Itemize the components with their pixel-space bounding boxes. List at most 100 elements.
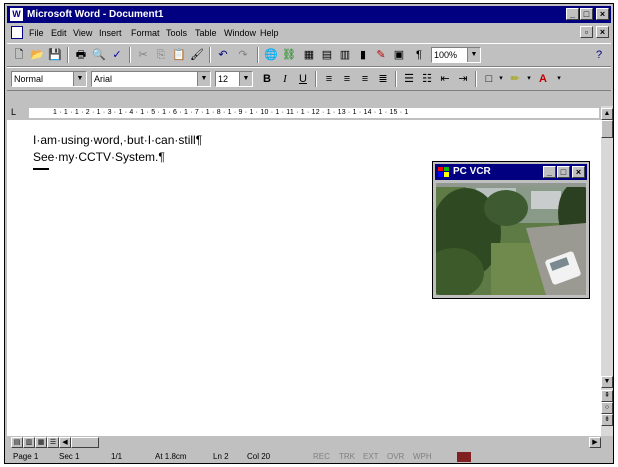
status-ext[interactable]: EXT bbox=[363, 451, 379, 463]
menu-edit[interactable]: Edit bbox=[51, 27, 67, 39]
pcvcr-close-button[interactable]: × bbox=[572, 166, 585, 178]
chevron-down-icon[interactable]: ▼ bbox=[197, 72, 210, 86]
pcvcr-minimize-button[interactable]: _ bbox=[543, 166, 556, 178]
new-document-icon[interactable]: 🗋 bbox=[11, 47, 27, 63]
status-rec[interactable]: REC bbox=[313, 451, 330, 463]
align-right-icon[interactable]: ≡ bbox=[357, 71, 373, 87]
size-select[interactable]: 12 ▼ bbox=[215, 71, 253, 87]
style-select[interactable]: Normal ▼ bbox=[11, 71, 87, 87]
chevron-down-icon[interactable]: ▼ bbox=[239, 72, 252, 86]
scroll-right-icon[interactable]: ▶ bbox=[589, 437, 601, 448]
end-of-document-marker bbox=[33, 168, 49, 170]
menu-file[interactable]: File bbox=[29, 27, 44, 39]
pcvcr-app-icon bbox=[438, 167, 449, 177]
menu-format[interactable]: Format bbox=[131, 27, 160, 39]
increase-indent-icon[interactable]: ⇥ bbox=[455, 71, 471, 87]
window-title: Microsoft Word - Document1 bbox=[27, 9, 164, 20]
save-icon[interactable]: 💾 bbox=[47, 47, 63, 63]
close-button[interactable]: × bbox=[596, 8, 609, 20]
chevron-down-icon[interactable]: ▾ bbox=[551, 71, 567, 87]
redo-icon[interactable]: ↷ bbox=[235, 47, 251, 63]
word-app-icon[interactable]: W bbox=[10, 8, 23, 21]
print-preview-icon[interactable]: 🔍 bbox=[91, 47, 107, 63]
menu-bar: File Edit View Insert Format Tools Table… bbox=[7, 25, 611, 41]
bullets-icon[interactable]: ☷ bbox=[419, 71, 435, 87]
minimize-button[interactable]: _ bbox=[566, 8, 579, 20]
menu-table[interactable]: Table bbox=[195, 27, 217, 39]
zoom-value: 100% bbox=[434, 50, 458, 60]
pcvcr-maximize-button[interactable]: □ bbox=[557, 166, 570, 178]
page-layout-icon[interactable]: ▦ bbox=[35, 437, 47, 448]
tables-borders-icon[interactable]: ▦ bbox=[301, 47, 317, 63]
justify-icon[interactable]: ≣ bbox=[375, 71, 391, 87]
web-layout-icon[interactable]: ▥ bbox=[23, 437, 35, 448]
document-line-1[interactable]: I·am·using·word,·but·I·can·still¶ bbox=[33, 133, 202, 147]
horizontal-ruler[interactable]: L 1 · 1 · 1 · 2 · 1 · 3 · 1 · 4 · 1 · 5 … bbox=[7, 106, 611, 120]
align-center-icon[interactable]: ≡ bbox=[339, 71, 355, 87]
doc-restore-button[interactable]: ▫ bbox=[580, 26, 593, 38]
insert-hyperlink-icon[interactable]: ⛓ bbox=[281, 47, 297, 63]
horizontal-scrollbar[interactable]: ▤ ▥ ▦ ☰ ◀ ▶ bbox=[7, 436, 611, 449]
maximize-button[interactable]: □ bbox=[580, 8, 593, 20]
menu-view[interactable]: View bbox=[73, 27, 92, 39]
next-page-icon[interactable]: ⇟ bbox=[601, 414, 613, 426]
title-bar[interactable]: W Microsoft Word - Document1 _ □ × bbox=[7, 6, 611, 23]
underline-button[interactable]: U bbox=[295, 71, 311, 87]
menu-help[interactable]: Help bbox=[260, 27, 279, 39]
help-icon[interactable]: ? bbox=[591, 47, 607, 63]
spelling-status-icon[interactable] bbox=[457, 452, 471, 462]
document-icon[interactable] bbox=[11, 26, 23, 39]
insert-table-icon[interactable]: ▤ bbox=[319, 47, 335, 63]
drawing-icon[interactable]: ✎ bbox=[373, 47, 389, 63]
print-icon[interactable]: 🖶 bbox=[73, 47, 89, 63]
font-select[interactable]: Arial ▼ bbox=[91, 71, 211, 87]
vertical-scrollbar[interactable]: ▲ ▼ ⇞ ○ ⇟ bbox=[601, 106, 613, 436]
doc-close-button[interactable]: × bbox=[596, 26, 609, 38]
italic-button[interactable]: I bbox=[277, 71, 293, 87]
status-wph[interactable]: WPH bbox=[413, 451, 432, 463]
scroll-up-icon[interactable]: ▲ bbox=[601, 108, 613, 120]
outline-view-icon[interactable]: ☰ bbox=[47, 437, 59, 448]
show-hide-icon[interactable]: ¶ bbox=[411, 47, 427, 63]
font-value: Arial bbox=[94, 74, 113, 84]
status-bar: Page 1 Sec 1 1/1 At 1.8cm Ln 2 Col 20 RE… bbox=[7, 451, 611, 463]
undo-icon[interactable]: ↶ bbox=[215, 47, 231, 63]
zoom-select[interactable]: 100% ▼ bbox=[431, 47, 481, 63]
menu-insert[interactable]: Insert bbox=[99, 27, 122, 39]
menu-window[interactable]: Window bbox=[224, 27, 256, 39]
paste-icon[interactable]: 📋 bbox=[171, 47, 187, 63]
pcvcr-window[interactable]: PC VCR _ □ × bbox=[432, 161, 590, 299]
bold-button[interactable]: B bbox=[259, 71, 275, 87]
spelling-icon[interactable]: ✓ bbox=[109, 47, 125, 63]
previous-page-icon[interactable]: ⇞ bbox=[601, 390, 613, 402]
scroll-thumb[interactable] bbox=[601, 120, 613, 138]
hscroll-thumb[interactable] bbox=[71, 437, 99, 448]
insert-excel-icon[interactable]: ▥ bbox=[337, 47, 353, 63]
status-trk[interactable]: TRK bbox=[339, 451, 355, 463]
align-left-icon[interactable]: ≡ bbox=[321, 71, 337, 87]
pcvcr-title-bar[interactable]: PC VCR _ □ × bbox=[435, 164, 587, 180]
chevron-down-icon[interactable]: ▼ bbox=[467, 48, 480, 62]
ruler-strip[interactable]: 1 · 1 · 1 · 2 · 1 · 3 · 1 · 4 · 1 · 5 · … bbox=[29, 108, 599, 118]
chevron-down-icon[interactable]: ▼ bbox=[73, 72, 86, 86]
select-browse-object-icon[interactable]: ○ bbox=[601, 402, 613, 414]
decrease-indent-icon[interactable]: ⇤ bbox=[437, 71, 453, 87]
menu-tools[interactable]: Tools bbox=[166, 27, 187, 39]
numbering-icon[interactable]: ☰ bbox=[401, 71, 417, 87]
columns-icon[interactable]: ▮ bbox=[355, 47, 371, 63]
toolbar-separator bbox=[257, 47, 259, 63]
scroll-left-icon[interactable]: ◀ bbox=[59, 437, 71, 448]
tab-selector-icon[interactable]: L bbox=[11, 107, 21, 118]
scroll-down-icon[interactable]: ▼ bbox=[601, 376, 613, 388]
status-ovr[interactable]: OVR bbox=[387, 451, 404, 463]
document-map-icon[interactable]: ▣ bbox=[391, 47, 407, 63]
format-painter-icon[interactable]: 🖌 bbox=[189, 47, 205, 63]
cut-icon[interactable]: ✂ bbox=[135, 47, 151, 63]
copy-icon[interactable]: ⎘ bbox=[153, 47, 169, 63]
document-line-2[interactable]: See·my·CCTV·System.¶ bbox=[33, 150, 165, 164]
font-color-icon[interactable]: A bbox=[535, 71, 551, 87]
cctv-video-feed[interactable] bbox=[436, 183, 586, 295]
web-toolbar-icon[interactable]: 🌐 bbox=[263, 47, 279, 63]
normal-view-icon[interactable]: ▤ bbox=[11, 437, 23, 448]
open-folder-icon[interactable]: 📂 bbox=[29, 47, 45, 63]
